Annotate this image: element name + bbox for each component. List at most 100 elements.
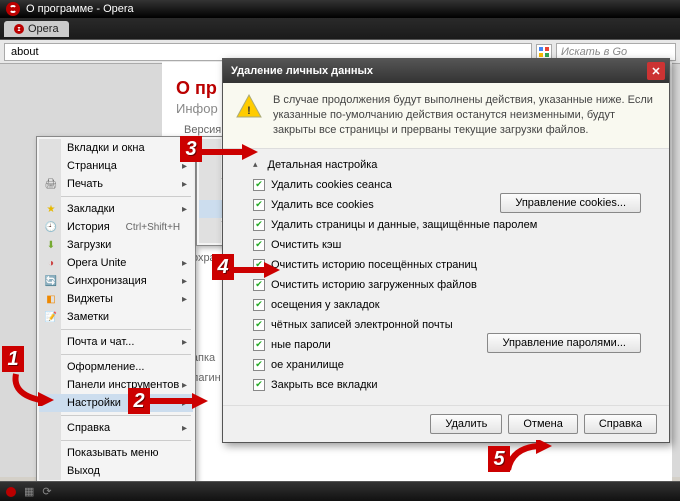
menu-item[interactable]: ◑Opera Unite xyxy=(39,254,193,272)
checkbox-row[interactable]: ое хранилище xyxy=(253,355,655,375)
checkbox-row[interactable]: Удалить страницы и данные, защищённые па… xyxy=(253,215,655,235)
menu-item[interactable]: Почта и чат... xyxy=(39,333,193,351)
checkbox-row[interactable]: Удалить cookies сеанса xyxy=(253,175,655,195)
menu-item-icon: 🕘 xyxy=(43,219,59,235)
menu-item-label: Страница xyxy=(67,160,171,172)
checkbox-label: чётных записей электронной почты xyxy=(271,319,453,331)
checkbox-icon xyxy=(253,299,265,311)
menu-item[interactable]: ★ Закладки xyxy=(39,200,193,218)
menu-item-icon: 🖨 xyxy=(43,176,59,192)
checkbox-row[interactable]: Очистить историю загруженных файлов xyxy=(253,275,655,295)
menu-item-icon: 📝 xyxy=(43,309,59,325)
checkbox-label: ое хранилище xyxy=(271,359,344,371)
checkbox-row[interactable]: чётных записей электронной почты xyxy=(253,315,655,335)
collapse-icon: ▴ xyxy=(253,159,258,170)
menu-item[interactable]: ◧ Виджеты xyxy=(39,290,193,308)
checkbox-label: Удалить все cookies xyxy=(271,199,374,211)
menu-item-label: Справка xyxy=(67,422,171,434)
menu-item[interactable]: Панели инструментов xyxy=(39,376,193,394)
warning-text: В случае продолжения будут выполнены дей… xyxy=(273,93,657,138)
menu-item-icon: ★ xyxy=(43,201,59,217)
close-icon[interactable]: ✕ xyxy=(647,62,665,80)
checkbox-icon xyxy=(253,319,265,331)
menu-item-label: Почта и чат... xyxy=(67,336,171,348)
menu-item-label: Закладки xyxy=(67,203,171,215)
manage-cookies-button[interactable]: Управление cookies... xyxy=(500,193,641,213)
status-bar: ▦ ⟳ xyxy=(0,481,680,501)
checkbox-icon xyxy=(253,359,265,371)
dialog-title: Удаление личных данных xyxy=(231,65,373,77)
menu-item-label: Заметки xyxy=(67,311,171,323)
menu-item-label: Выход xyxy=(67,465,171,477)
expand-label: Детальная настройка xyxy=(268,159,378,171)
menu-item[interactable]: Показывать меню xyxy=(39,444,193,462)
main-menu: Вкладки и окна Страница 🖨 Печать ★ Закладки 🕘 И… xyxy=(36,136,196,483)
dialog-titlebar: Удаление личных данных ✕ xyxy=(223,59,669,83)
tab-opera[interactable]: Opera xyxy=(4,21,69,37)
checkbox-icon xyxy=(253,279,265,291)
menu-item[interactable]: ⬇Загрузки xyxy=(39,236,193,254)
panel-icon[interactable]: ▦ xyxy=(24,485,34,498)
menu-item-label: Вкладки и окна xyxy=(67,142,171,154)
delete-private-data-dialog: Удаление личных данных ✕ ! В случае прод… xyxy=(222,58,670,443)
checkbox-label: Очистить историю загруженных файлов xyxy=(271,279,477,291)
menu-item[interactable]: Настройки xyxy=(39,394,193,412)
menu-item[interactable]: 🕘ИсторияCtrl+Shift+H xyxy=(39,218,193,236)
menu-item[interactable]: Справка xyxy=(39,419,193,437)
checkbox-label: Удалить cookies сеанса xyxy=(271,179,392,191)
cancel-button[interactable]: Отмена xyxy=(508,414,577,434)
checkbox-row[interactable]: ные пароли Управление паролями... xyxy=(253,335,655,355)
sync-icon[interactable]: ⟳ xyxy=(42,485,51,498)
checkbox-label: ные пароли xyxy=(271,339,331,351)
expand-toggle[interactable]: ▴ Детальная настройка xyxy=(253,155,655,175)
opera-logo-icon xyxy=(14,24,24,34)
menu-item-label: Печать xyxy=(67,178,171,190)
help-button[interactable]: Справка xyxy=(584,414,657,434)
delete-button[interactable]: Удалить xyxy=(430,414,502,434)
menu-item-label: Opera Unite xyxy=(67,257,171,269)
checkbox-icon xyxy=(253,179,265,191)
checkbox-row[interactable]: Удалить все cookies Управление cookies... xyxy=(253,195,655,215)
checkbox-icon xyxy=(253,219,265,231)
menu-item[interactable]: Вкладки и окна xyxy=(39,139,193,157)
dialog-buttons: Удалить Отмена Справка xyxy=(223,405,669,442)
svg-text:!: ! xyxy=(247,105,251,117)
checkbox-icon xyxy=(253,199,265,211)
checkbox-row[interactable]: Закрыть все вкладки xyxy=(253,375,655,395)
menu-item[interactable]: 🔄 Синхронизация xyxy=(39,272,193,290)
opera-logo-icon xyxy=(6,2,20,16)
checkbox-icon xyxy=(253,259,265,271)
checkbox-row[interactable]: Очистить кэш xyxy=(253,235,655,255)
url-text: about xyxy=(11,46,39,58)
menu-item[interactable]: Оформление... xyxy=(39,358,193,376)
opera-icon[interactable] xyxy=(6,487,16,497)
menu-item-label: Оформление... xyxy=(67,361,171,373)
checkbox-row[interactable]: Очистить историю посещённых страниц xyxy=(253,255,655,275)
menu-item-label: Показывать меню xyxy=(67,447,171,459)
checkbox-icon xyxy=(253,239,265,251)
checkbox-label: Очистить историю посещённых страниц xyxy=(271,259,477,271)
menu-item[interactable]: 🖨 Печать xyxy=(39,175,193,193)
manage-passwords-button[interactable]: Управление паролями... xyxy=(487,333,641,353)
checkbox-label: Удалить страницы и данные, защищённые па… xyxy=(271,219,537,231)
menu-item-label: Виджеты xyxy=(67,293,171,305)
menu-item-label: Настройки xyxy=(67,397,171,409)
checkbox-label: осещения у закладок xyxy=(271,299,380,311)
menu-item-label: История xyxy=(67,221,110,233)
checkbox-label: Закрыть все вкладки xyxy=(271,379,378,391)
menu-item-label: Синхронизация xyxy=(67,275,171,287)
tab-strip: Opera xyxy=(0,18,680,40)
search-placeholder: Искать в Go xyxy=(561,46,627,58)
window-title: О программе - Opera xyxy=(26,3,134,15)
checkbox-row[interactable]: осещения у закладок xyxy=(253,295,655,315)
dialog-body: ▴ Детальная настройка Удалить cookies се… xyxy=(223,149,669,405)
checkbox-icon xyxy=(253,339,265,351)
menu-item-icon: ◧ xyxy=(43,291,59,307)
menu-item[interactable]: Выход xyxy=(39,462,193,480)
menu-item[interactable]: 📝 Заметки xyxy=(39,308,193,326)
menu-item-label: Загрузки xyxy=(67,239,171,251)
checkbox-label: Очистить кэш xyxy=(271,239,341,251)
menu-item-icon: 🔄 xyxy=(43,273,59,289)
menu-item[interactable]: Страница xyxy=(39,157,193,175)
checkbox-icon xyxy=(253,379,265,391)
